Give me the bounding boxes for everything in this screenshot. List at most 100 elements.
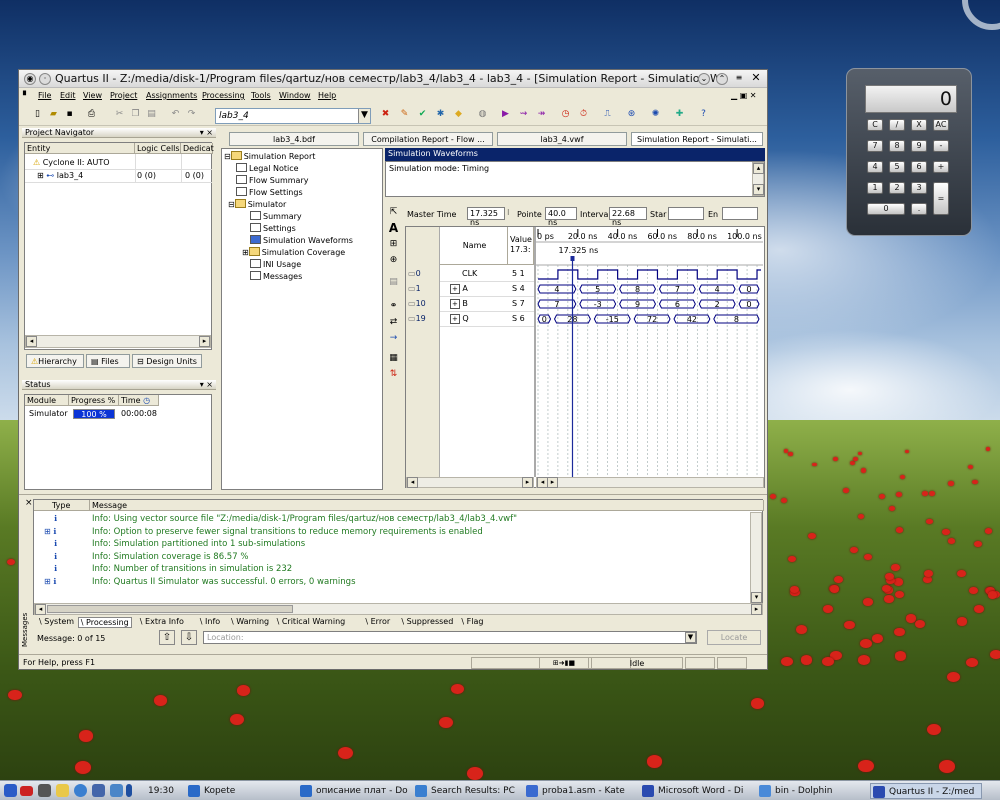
compiler-tool-icon[interactable]: ✖: [379, 108, 392, 121]
scroll-up-icon[interactable]: ▴: [753, 163, 764, 174]
scroll-left-icon[interactable]: ◂: [26, 336, 37, 347]
calculator-key[interactable]: 3: [911, 182, 927, 194]
sticky-icon[interactable]: ·: [39, 73, 51, 85]
replace-icon[interactable]: ⇄: [387, 316, 400, 329]
message-tab[interactable]: \ Flag: [459, 617, 485, 628]
text-tool-icon[interactable]: A: [387, 222, 400, 235]
expand-icon[interactable]: ⊞: [37, 171, 44, 180]
menu-view[interactable]: View: [83, 91, 102, 100]
calculator-key[interactable]: AC: [933, 119, 949, 131]
timing-icon[interactable]: ◷: [559, 108, 572, 121]
waveform-tool-icon[interactable]: ⊞: [387, 238, 400, 251]
expand-icon[interactable]: +: [450, 314, 460, 324]
clock-icon[interactable]: ⏱: [577, 108, 590, 121]
tab-vwf[interactable]: lab3_4.vwf: [497, 132, 627, 146]
megawizard-icon[interactable]: ✚: [673, 108, 686, 121]
tree-simulation-report[interactable]: ⊟ Simulation Report: [224, 151, 315, 163]
menu-tools[interactable]: Tools: [251, 91, 271, 100]
column-header-module[interactable]: Module: [25, 395, 69, 406]
minimize-icon[interactable]: ⌄: [698, 73, 710, 85]
wave-hscroll[interactable]: ◂ ▸: [536, 477, 764, 488]
signal-index[interactable]: ▭19: [408, 314, 426, 323]
end-field[interactable]: [722, 207, 758, 220]
bluetooth-icon[interactable]: [126, 784, 132, 797]
network-icon[interactable]: [74, 784, 87, 797]
zoom-icon[interactable]: ⊕: [387, 254, 400, 267]
signal-name[interactable]: + Q: [450, 314, 469, 324]
open-icon[interactable]: ▰: [47, 108, 60, 121]
clipboard-icon[interactable]: [56, 784, 69, 797]
waveform-canvas[interactable]: 0 ps 20.0 ns 40.0 ns 60.0 ns 80.0 ns 100.0 ns…: [536, 227, 763, 477]
master-time-field[interactable]: 17.325 ns: [467, 207, 505, 227]
location-combo[interactable]: Location:: [203, 631, 697, 644]
scroll-right-icon[interactable]: ▸: [522, 477, 533, 488]
checkio-icon[interactable]: ◆: [452, 108, 465, 121]
message-tab[interactable]: \ System: [37, 617, 76, 628]
column-header-logic-cells[interactable]: Logic Cells: [135, 143, 181, 154]
signal-name[interactable]: CLK: [462, 269, 477, 278]
column-header-progress[interactable]: Progress % ↕: [69, 395, 125, 406]
calculator-key[interactable]: 9: [911, 140, 927, 152]
locate-button[interactable]: Locate: [707, 630, 761, 645]
tab-simulation-report[interactable]: Simulation Report - Simulati...: [631, 132, 763, 146]
message-line[interactable]: Info: Option to preserve fewer signal tr…: [92, 527, 483, 537]
help-icon[interactable]: ?: [697, 108, 710, 121]
message-line[interactable]: Info: Simulation partitioned into 1 sub-…: [92, 539, 305, 549]
close-icon[interactable]: ×: [25, 498, 33, 508]
print-icon[interactable]: ⎙: [85, 108, 98, 121]
sim-vscroll[interactable]: ▴ ▾: [752, 162, 764, 196]
message-line[interactable]: Info: Number of transitions in simulatio…: [92, 564, 292, 574]
updater-icon[interactable]: [92, 784, 105, 797]
scroll-right-icon[interactable]: ▸: [199, 336, 210, 347]
paste-icon[interactable]: ▤: [145, 108, 158, 121]
find-icon[interactable]: ⚭: [387, 300, 400, 313]
message-tab[interactable]: \ Extra Info: [138, 617, 186, 628]
grid-icon[interactable]: ▦: [387, 352, 400, 365]
signal-name[interactable]: + A: [450, 284, 468, 294]
kmenu-icon[interactable]: [4, 784, 17, 797]
expand-icon[interactable]: +: [450, 284, 460, 294]
menu-doc-icon[interactable]: ▘: [23, 91, 29, 100]
save-icon[interactable]: ▪: [63, 108, 76, 121]
signal-index[interactable]: ▭0: [408, 269, 421, 278]
column-header-value[interactable]: Value 17.3:: [508, 227, 534, 265]
messages-vscroll[interactable]: ▾: [750, 512, 762, 604]
menu-window[interactable]: Window: [279, 91, 311, 100]
calculator-key[interactable]: 6: [911, 161, 927, 173]
calculator-key[interactable]: -: [933, 140, 949, 152]
entity-combo[interactable]: lab3_4 ▼: [215, 108, 371, 124]
analysis-synthesis-icon[interactable]: ⇝: [517, 108, 530, 121]
tab-hierarchy[interactable]: ⚠Hierarchy: [26, 354, 84, 368]
scroll-down-icon[interactable]: ▾: [751, 592, 762, 603]
start-compile-icon[interactable]: ▶: [499, 108, 512, 121]
message-line[interactable]: Info: Using vector source file "Z:/media…: [92, 514, 517, 524]
calculator-key[interactable]: 5: [889, 161, 905, 173]
settings-tool-icon[interactable]: ✎: [398, 108, 411, 121]
mdi-buttons[interactable]: ▁ ▣ ✕: [731, 91, 757, 100]
scroll-left-icon[interactable]: ◂: [35, 604, 46, 615]
calculator-key[interactable]: /: [889, 119, 905, 131]
pointer-tool-icon[interactable]: ⇱: [387, 206, 400, 219]
volume-icon[interactable]: [38, 784, 51, 797]
calculator-key[interactable]: =: [933, 182, 949, 215]
tree-simulator[interactable]: ⊟ Simulator: [228, 199, 286, 211]
simulation-icon[interactable]: ⎍: [601, 108, 614, 121]
chip-planner-icon[interactable]: ⊛: [625, 108, 638, 121]
message-line[interactable]: Info: Simulation coverage is 86.57 %: [92, 552, 248, 562]
names-hscroll[interactable]: ◂ ▸: [406, 477, 534, 488]
column-header-message[interactable]: Message: [90, 500, 764, 511]
taskbar-item[interactable]: proba1.asm - Kate: [524, 783, 636, 799]
taskbar-item[interactable]: Quartus II - Z:/med: [870, 783, 982, 799]
chevron-down-icon[interactable]: ▼: [358, 109, 370, 123]
message-line[interactable]: Info: Quartus II Simulator was successfu…: [92, 577, 356, 587]
programmer-icon[interactable]: ✺: [649, 108, 662, 121]
wifi-icon[interactable]: [110, 784, 123, 797]
start-field[interactable]: [668, 207, 704, 220]
spin-icon[interactable]: ⁝: [507, 208, 510, 217]
calculator-key[interactable]: 2: [889, 182, 905, 194]
title-bar[interactable]: ◉ · Quartus II - Z:/media/disk-1/Program…: [19, 70, 767, 88]
calculator-key[interactable]: +: [933, 161, 949, 173]
scroll-down-icon[interactable]: ▾: [753, 184, 764, 195]
signal-name[interactable]: + B: [450, 299, 468, 309]
signal-index[interactable]: ▭1: [408, 284, 421, 293]
